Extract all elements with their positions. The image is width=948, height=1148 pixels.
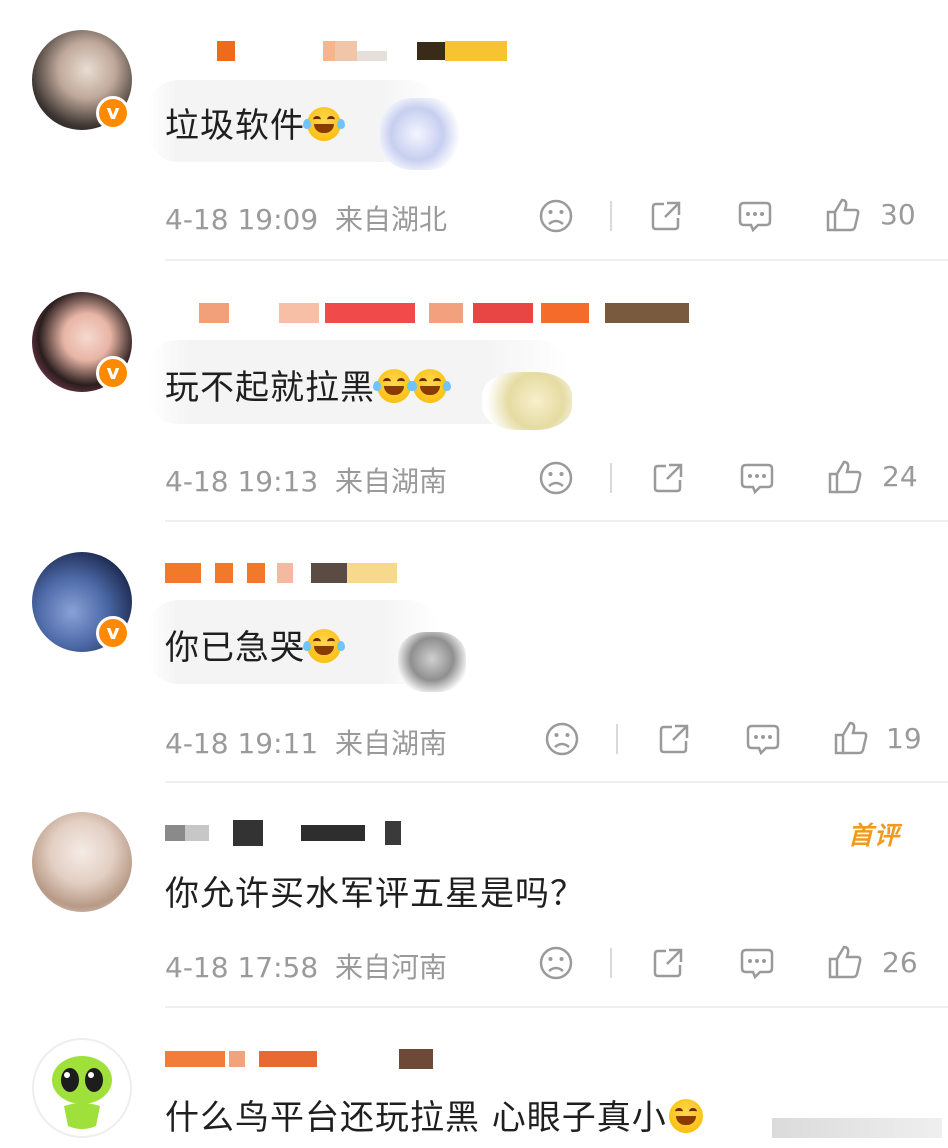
thumbs-up-icon[interactable] [824,196,862,234]
comment-icon[interactable] [738,945,776,981]
separator [165,1006,948,1008]
comment-text: 垃圾软件 [165,98,345,147]
watermark-bar [772,1118,942,1138]
comment-text-content: 什么鸟平台还玩拉黑 心眼子真小 [165,1098,667,1138]
comment-text-content: 玩不起就拉黑 [165,368,375,408]
laugh-emoji-icon [303,107,345,141]
comment-icon[interactable] [744,721,782,757]
comment-text: 你已急哭 [165,620,345,669]
comment-meta: 4-18 19:13 来自湖南 [165,460,447,500]
sad-face-icon[interactable] [538,945,574,981]
share-icon[interactable] [648,198,684,234]
comment-icon[interactable] [736,198,774,234]
comment-icon[interactable] [738,460,776,496]
sweat-emoji-icon [668,1099,703,1133]
verified-badge-icon: v [96,96,130,130]
separator [165,259,948,261]
comment-location: 来自湖南 [335,727,448,760]
share-icon[interactable] [656,721,692,757]
separator [165,781,948,783]
avatar[interactable] [32,812,132,912]
comment-text-content: 垃圾软件 [165,106,305,146]
thumbs-up-icon[interactable] [826,458,864,496]
sad-face-icon[interactable] [538,460,574,496]
comment-text-content: 你允许买水军评五星是吗？ [165,874,585,914]
comment-text-content: 你已急哭 [165,628,305,668]
comment-location: 来自河南 [335,951,448,984]
username-blurred[interactable] [165,300,689,326]
comment-text: 你允许买水军评五星是吗？ [165,866,585,915]
divider [610,201,612,231]
comment-location: 来自湖南 [335,465,448,498]
like-count: 19 [886,722,922,755]
laugh-emoji-icon [373,369,415,403]
comment-time: 4-18 17:58 [165,951,319,984]
divider [610,463,612,493]
rofl-emoji-icon [303,629,345,663]
sad-face-icon[interactable] [544,721,580,757]
alien-avatar-icon [52,1056,112,1129]
sticker-image [380,98,462,170]
comment-meta: 4-18 19:09 来自湖北 [165,198,447,238]
like-count: 26 [882,946,918,979]
sticker-image [482,372,572,430]
divider [610,948,612,978]
sad-face-icon[interactable] [538,198,574,234]
verified-badge-icon: v [96,616,130,650]
like-count: 30 [880,198,916,231]
comment-location: 来自湖北 [335,203,448,236]
comment-meta: 4-18 17:58 来自河南 [165,946,447,986]
divider [616,724,618,754]
like-count: 24 [882,460,918,493]
comment-text: 什么鸟平台还玩拉黑 心眼子真小 [165,1090,703,1139]
comment-text: 玩不起就拉黑 [165,360,451,409]
comment-meta: 4-18 19:11 来自湖南 [165,722,447,762]
comment-time: 4-18 19:11 [165,727,319,760]
username-blurred[interactable] [165,1046,433,1072]
avatar[interactable] [32,1038,132,1138]
laugh-emoji-icon [409,369,451,403]
first-comment-badge: 首评 [848,821,901,850]
comment-time: 4-18 19:09 [165,203,319,236]
thumbs-up-icon[interactable] [826,943,864,981]
comment-time: 4-18 19:13 [165,465,319,498]
username-blurred[interactable] [165,38,507,64]
thumbs-up-icon[interactable] [832,719,870,757]
sticker-image [398,632,466,692]
username-blurred[interactable] [165,560,397,586]
separator [165,520,948,522]
username-blurred[interactable] [165,820,401,846]
verified-badge-icon: v [96,356,130,390]
share-icon[interactable] [650,460,686,496]
share-icon[interactable] [650,945,686,981]
